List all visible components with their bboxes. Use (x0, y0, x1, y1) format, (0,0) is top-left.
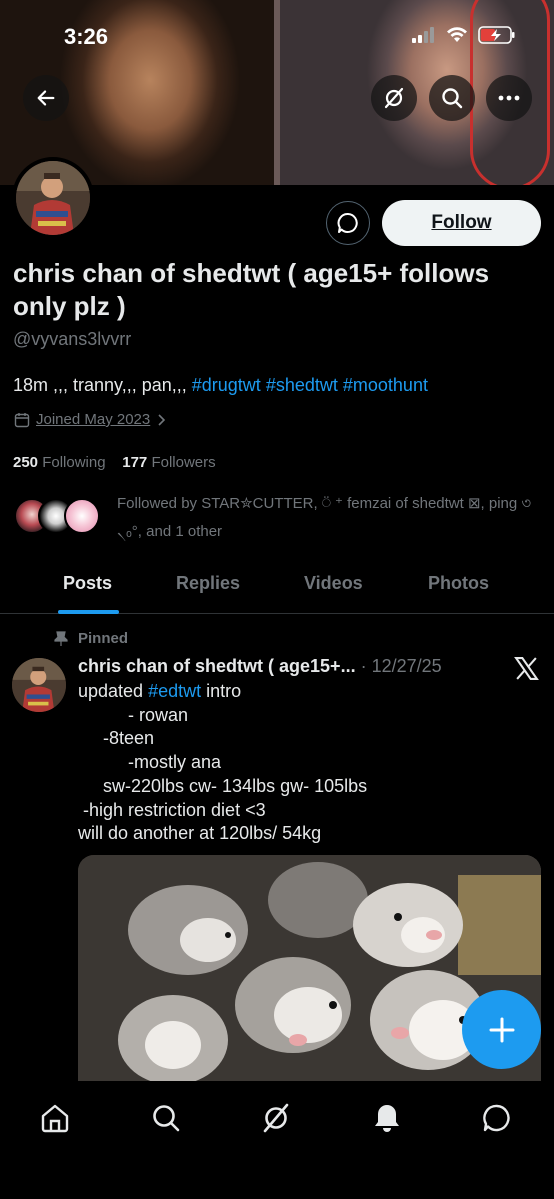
calendar-icon (14, 412, 30, 427)
nav-grok[interactable] (256, 1098, 296, 1138)
more-button[interactable] (486, 75, 532, 121)
banner-divider (274, 0, 280, 185)
grok-icon (263, 1103, 289, 1133)
nav-home[interactable] (35, 1098, 75, 1138)
back-button[interactable] (23, 75, 69, 121)
battery-icon (478, 26, 515, 44)
joined-date[interactable]: Joined May 2023 (14, 411, 166, 428)
nav-notifications[interactable] (367, 1098, 407, 1138)
tweet-body-lines: - rowan -8teen -mostly ana sw-220lbs cw-… (78, 704, 368, 844)
home-icon (41, 1104, 69, 1133)
tweet-avatar-photo (12, 658, 66, 712)
profile-avatar[interactable] (12, 157, 94, 239)
compose-button[interactable] (462, 990, 541, 1069)
nav-messages[interactable] (477, 1098, 517, 1138)
search-button[interactable] (429, 75, 475, 121)
bio-hashtag-shedtwt[interactable]: #shedtwt (266, 375, 338, 395)
tweet-avatar[interactable] (12, 658, 66, 712)
follow-button[interactable]: Follow (382, 200, 541, 246)
bell-icon (375, 1105, 399, 1132)
joined-text: Joined May 2023 (36, 411, 151, 428)
tweet-hashtag[interactable]: #edtwt (148, 681, 201, 701)
tab-videos[interactable]: Videos (304, 573, 363, 594)
followers-count: 177 (122, 454, 148, 471)
display-name: chris chan of shedtwt ( age15+ follows o… (13, 258, 490, 321)
signal-icon (412, 27, 434, 43)
bottom-nav (0, 1081, 554, 1199)
tweet-author[interactable]: chris chan of shedtwt ( age15+... (78, 656, 356, 676)
more-icon (498, 95, 520, 101)
follower-avatar-3[interactable] (64, 498, 100, 534)
grok-button[interactable] (371, 75, 417, 121)
x-logo-icon (514, 657, 539, 680)
pinned-text: Pinned (78, 630, 129, 647)
tweet-text-suffix: intro (201, 681, 242, 701)
wifi-icon (447, 27, 467, 42)
tweet-text-prefix: updated (78, 681, 149, 701)
bio-text: 18m ,,, tranny,,, pan,,, (13, 375, 192, 395)
tab-posts[interactable]: Posts (63, 573, 112, 594)
back-arrow-icon (37, 90, 55, 106)
bio: 18m ,,, tranny,,, pan,,, #drugtwt #shedt… (13, 375, 428, 396)
message-button[interactable] (326, 201, 370, 245)
followers-link[interactable]: 177 Followers (122, 454, 215, 471)
follow-counts: 250 Following 177 Followers (13, 454, 216, 471)
status-icons (412, 26, 516, 44)
active-tab-indicator (58, 610, 119, 614)
plus-icon (489, 1017, 514, 1042)
profile-tabs: Posts Replies Videos Photos (0, 560, 554, 614)
following-link[interactable]: 250 Following (13, 454, 106, 471)
pinned-label: Pinned (54, 630, 128, 647)
avatar-photo (16, 161, 90, 235)
tab-replies[interactable]: Replies (176, 573, 240, 594)
tweet-date[interactable]: · 12/27/25 (361, 656, 442, 676)
grok-icon (384, 87, 404, 109)
user-handle: @vyvans3lvvrr (13, 329, 132, 349)
tweet-header: chris chan of shedtwt ( age15+... · 12/2… (78, 656, 442, 677)
search-icon (442, 88, 463, 109)
tab-photos[interactable]: Photos (428, 573, 489, 594)
nav-search[interactable] (146, 1098, 186, 1138)
chat-icon (483, 1104, 510, 1132)
followers-label: Followers (151, 454, 216, 471)
bio-hashtag-moothunt[interactable]: #moothunt (343, 375, 428, 395)
following-label: Following (42, 454, 106, 471)
followed-by-text[interactable]: Followed by STAR✮CUTTER, ⍥ ⁺ femzai of s… (117, 490, 537, 546)
tweet-text[interactable]: updated #edtwt intro - rowan -8teen -mos… (78, 680, 367, 846)
search-icon (153, 1105, 180, 1132)
pin-icon (54, 630, 68, 646)
message-icon (337, 213, 358, 233)
bio-hashtag-drugtwt[interactable]: #drugtwt (192, 375, 261, 395)
chevron-right-icon (158, 413, 166, 426)
following-count: 250 (13, 454, 39, 471)
status-time: 3:26 (64, 24, 109, 49)
